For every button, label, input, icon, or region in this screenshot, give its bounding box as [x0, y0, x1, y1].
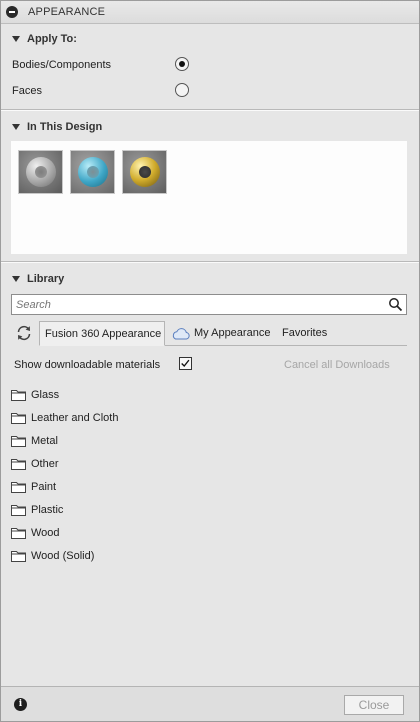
tab-my-appearance[interactable]: My Appearance — [194, 321, 270, 346]
clear-glass-swatch[interactable] — [18, 150, 63, 194]
tab-favorites[interactable]: Favorites — [282, 321, 327, 346]
panel-title: APPEARANCE — [28, 6, 106, 18]
design-materials-area — [11, 141, 407, 254]
checkmark-icon — [181, 359, 190, 368]
folder-item-glass[interactable]: Glass — [11, 387, 59, 403]
panel-footer: i Close — [1, 686, 419, 721]
collapse-panel-icon[interactable] — [6, 6, 18, 18]
appearance-panel: APPEARANCE Apply To: Bodies/Components F… — [0, 0, 420, 722]
refresh-icon[interactable] — [15, 324, 33, 342]
glass-ring-icon — [26, 157, 56, 187]
folder-item-leather-and-cloth[interactable]: Leather and Cloth — [11, 410, 118, 426]
section-divider — [1, 261, 419, 263]
folder-label: Other — [31, 458, 59, 470]
folder-item-wood[interactable]: Wood — [11, 525, 60, 541]
tab-fusion-360-appearance[interactable]: Fusion 360 Appearance — [39, 321, 165, 346]
section-title: In This Design — [27, 121, 103, 133]
section-apply-to-header[interactable]: Apply To: — [1, 30, 419, 48]
section-divider — [1, 109, 419, 111]
info-icon[interactable]: i — [14, 698, 27, 711]
cloud-icon — [172, 328, 190, 340]
blue-glass-swatch[interactable] — [70, 150, 115, 194]
folder-icon — [11, 413, 26, 424]
folder-label: Plastic — [31, 504, 64, 516]
close-button[interactable]: Close — [344, 695, 404, 715]
library-tabs: Fusion 360 Appearance My Appearance Favo… — [11, 321, 407, 346]
radio-bodies-components[interactable] — [175, 57, 189, 71]
search-icon[interactable] — [388, 297, 403, 312]
option-bodies-components-label: Bodies/Components — [12, 59, 112, 71]
folder-item-paint[interactable]: Paint — [11, 479, 56, 495]
radio-faces[interactable] — [175, 83, 189, 97]
expand-triangle-icon[interactable] — [12, 124, 20, 130]
folder-item-metal[interactable]: Metal — [11, 433, 58, 449]
section-in-this-design-header[interactable]: In This Design — [1, 118, 419, 136]
folder-label: Paint — [31, 481, 57, 493]
folder-label: Wood (Solid) — [31, 550, 95, 562]
expand-triangle-icon[interactable] — [12, 36, 20, 42]
folder-item-wood-solid[interactable]: Wood (Solid) — [11, 548, 94, 564]
folder-icon — [11, 528, 26, 539]
blue-glass-ring-icon — [78, 157, 108, 187]
folder-item-plastic[interactable]: Plastic — [11, 502, 63, 518]
folder-label: Metal — [31, 435, 58, 447]
folder-icon — [11, 482, 26, 493]
option-faces-label: Faces — [12, 85, 42, 97]
cancel-all-downloads-button[interactable]: Cancel all Downloads — [284, 359, 390, 371]
gold-metal-swatch[interactable] — [122, 150, 167, 194]
show-downloadable-checkbox[interactable] — [179, 357, 192, 370]
show-downloadable-label: Show downloadable materials — [14, 359, 161, 371]
folder-item-other[interactable]: Other — [11, 456, 59, 472]
folder-icon — [11, 459, 26, 470]
folder-label: Glass — [31, 389, 60, 401]
library-search-box[interactable] — [11, 294, 407, 315]
section-title: Library — [27, 273, 65, 285]
folder-label: Leather and Cloth — [31, 412, 119, 424]
folder-label: Wood — [31, 527, 60, 539]
folder-icon — [11, 390, 26, 401]
panel-titlebar: APPEARANCE — [1, 1, 419, 24]
folder-icon — [11, 551, 26, 562]
gold-ring-icon — [130, 157, 160, 187]
section-title: Apply To: — [27, 33, 77, 45]
expand-triangle-icon[interactable] — [12, 276, 20, 282]
section-library-header[interactable]: Library — [1, 270, 419, 288]
folder-icon — [11, 436, 26, 447]
folder-icon — [11, 505, 26, 516]
search-input[interactable] — [12, 295, 372, 314]
